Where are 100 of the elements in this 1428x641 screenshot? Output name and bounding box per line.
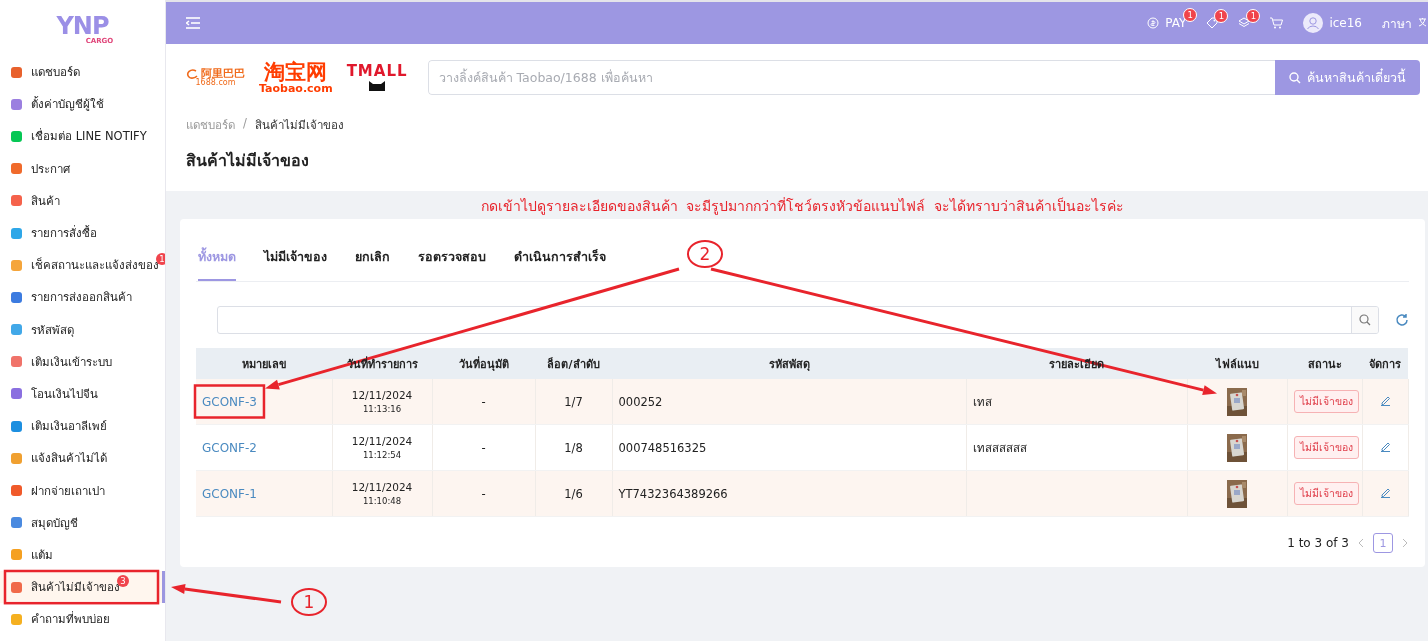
table-cell: 1/7 xyxy=(564,394,583,409)
sidebar-item[interactable]: โอนเงินไปจีน xyxy=(0,377,165,411)
sidebar-item[interactable]: สินค้า xyxy=(0,184,165,217)
sidebar-item[interactable]: ฝากจ่ายเถาเปา xyxy=(0,474,165,507)
sidebar-item-label: ประกาศ xyxy=(31,160,70,178)
table-cell: 000748516325 xyxy=(618,440,707,455)
menu-item-icon xyxy=(10,226,23,240)
table-cell: - xyxy=(481,440,486,455)
tab[interactable]: ดำเนินการสำเร็จ xyxy=(514,239,606,281)
column-header: หมายเลข xyxy=(241,357,287,371)
sidebar-item-label: คำถามที่พบบ่อย xyxy=(31,610,110,629)
edit-icon[interactable] xyxy=(1379,486,1391,498)
avatar-icon[interactable] xyxy=(1303,13,1324,33)
brand-logo-text: YNP xyxy=(56,15,109,37)
translate-icon[interactable] xyxy=(1418,17,1428,29)
menu-item-icon xyxy=(10,451,23,465)
shop-logo-text: 阿里巴巴 xyxy=(201,68,245,79)
chevron-left-icon[interactable] xyxy=(1357,538,1365,548)
table-cell: - xyxy=(481,394,486,409)
swirl-icon xyxy=(186,68,198,79)
date-text: 12/11/2024 xyxy=(350,435,414,447)
sidebar-item-label: ฝากจ่ายเถาเปา xyxy=(31,482,105,500)
menu-item-icon xyxy=(10,484,23,498)
column-header: ไฟล์แนบ xyxy=(1215,357,1259,371)
sidebar-item[interactable]: เชื่อมต่อ LINE NOTIFY xyxy=(0,120,165,153)
menu-item-icon xyxy=(10,387,23,401)
status-tag: ไม่มีเจ้าของ xyxy=(1293,436,1359,459)
shop-logo-text: 淘宝网 xyxy=(264,61,328,83)
edit-icon[interactable] xyxy=(1379,440,1391,452)
menu-item-icon xyxy=(10,419,23,433)
status-tag: ไม่มีเจ้าของ xyxy=(1293,482,1359,505)
pagination-summary: 1 to 3 of 3 xyxy=(1287,536,1349,550)
chevron-right-icon[interactable] xyxy=(1401,538,1409,548)
table-cell: YT7432364389266 xyxy=(618,486,728,501)
coin-icon[interactable] xyxy=(1147,17,1160,29)
menu-item-icon xyxy=(10,129,23,143)
callout-number: 1 xyxy=(291,588,327,616)
breadcrumb-current: สินค้าไม่มีเจ้าของ xyxy=(254,117,344,134)
sidebar-item-label: สินค้าไม่มีเจ้าของ xyxy=(31,579,120,597)
sidebar-item[interactable]: เติมเงินอาลีเพย์ xyxy=(0,410,165,443)
sidebar-item[interactable]: แต้ม xyxy=(0,538,165,571)
order-number-link[interactable]: GCONF-3 xyxy=(202,394,257,409)
sidebar-item-label: สมุดบัญชี xyxy=(31,514,78,532)
menu-item-icon xyxy=(10,548,23,562)
sidebar-item[interactable]: เติมเงินเข้าระบบ xyxy=(0,345,165,378)
menu-item-icon xyxy=(10,65,23,79)
sidebar-item[interactable]: รายการสั่งซื้อ xyxy=(0,216,165,250)
sidebar-item-label: โอนเงินไปจีน xyxy=(31,385,98,403)
sidebar-item-label: เติมเงินเข้าระบบ xyxy=(31,353,112,371)
annotation-note: กดเข้าไปดูรายละเอียดของสินค้า จะมีรูปมากกว่าที่โชว์ตรงหัวข้อแนบไฟล์ จะได้ทราบว่าสินค้าเป็นอะไรค่ะ xyxy=(479,196,1126,217)
sidebar-item[interactable]: แจ้งสินค้าไม่ได้ xyxy=(0,442,165,475)
table-cell: 1/8 xyxy=(564,440,583,455)
column-header: สถานะ xyxy=(1307,357,1342,371)
sidebar-item-label: สินค้า xyxy=(31,192,60,210)
table-cell: 1/6 xyxy=(564,486,583,501)
sidebar-item-label: เช็คสถานะและแจ้งส่งของ xyxy=(31,256,159,275)
sidebar-item[interactable]: ตั้งค่าบัญชีผู้ใช้ xyxy=(0,88,165,121)
shop-logo-subtext: 1688.com xyxy=(195,79,236,87)
sidebar-item-label: แดชบอร์ด xyxy=(31,64,80,82)
search-icon xyxy=(1289,71,1301,84)
table-cell: เทส xyxy=(972,394,992,409)
refresh-icon[interactable] xyxy=(1395,313,1409,327)
shop-logo-subtext: Taobao.com xyxy=(259,82,333,94)
sidebar-item[interactable]: รายการส่งออกสินค้า xyxy=(0,281,165,314)
edit-icon[interactable] xyxy=(1379,394,1391,406)
column-header: จัดการ xyxy=(1369,357,1401,371)
tab[interactable]: ยกเลิก xyxy=(355,239,390,281)
tab[interactable]: ไม่มีเจ้าของ xyxy=(264,239,327,281)
sidebar-item[interactable]: แดชบอร์ด xyxy=(0,56,165,89)
menu-item-icon xyxy=(10,97,23,111)
order-number-link[interactable]: GCONF-2 xyxy=(202,440,257,455)
shop-logo-text: TMALL xyxy=(346,64,408,79)
page-title: สินค้าไม่มีเจ้าของ xyxy=(186,150,310,172)
tab[interactable]: รอตรวจสอบ xyxy=(418,239,486,281)
layers-icon[interactable] xyxy=(1238,17,1251,29)
menu-item-icon xyxy=(10,194,23,208)
notification-badge: 1 xyxy=(1246,9,1261,23)
menu-item-icon xyxy=(10,355,23,369)
menu-icon[interactable] xyxy=(186,17,200,29)
date-text: 12/11/2024 xyxy=(350,389,414,401)
column-header: วันที่อนุมัติ xyxy=(458,357,509,371)
time-text: 11:12:54 xyxy=(361,450,403,460)
order-number-link[interactable]: GCONF-1 xyxy=(202,486,257,501)
sidebar-item-label: แจ้งสินค้าไม่ได้ xyxy=(31,450,107,468)
tag-icon[interactable] xyxy=(1206,17,1219,29)
column-header: วันที่ทำรายการ xyxy=(346,357,418,371)
sidebar-item-label: รายการส่งออกสินค้า xyxy=(31,289,132,307)
cart-icon[interactable] xyxy=(1270,17,1284,29)
sidebar-item[interactable]: รหัสพัสดุ xyxy=(0,313,165,346)
menu-item-icon xyxy=(10,612,23,626)
sidebar-item[interactable]: สมุดบัญชี xyxy=(0,506,165,539)
date-text: 12/11/2024 xyxy=(350,481,414,493)
menu-item-icon xyxy=(10,580,23,594)
sidebar-item-label: ตั้งค่าบัญชีผู้ใช้ xyxy=(31,95,104,114)
sidebar-item[interactable]: คำถามที่พบบ่อย xyxy=(0,603,165,636)
menu-item-icon xyxy=(10,516,23,530)
sidebar-item[interactable]: ประกาศ xyxy=(0,152,165,185)
table-cell: - xyxy=(481,486,486,501)
table-cell: 000252 xyxy=(618,394,663,409)
product-link-field[interactable]: วางลิ้งค์สินค้า Taobao/1688 เพื่อค้นหา xyxy=(427,60,1275,95)
